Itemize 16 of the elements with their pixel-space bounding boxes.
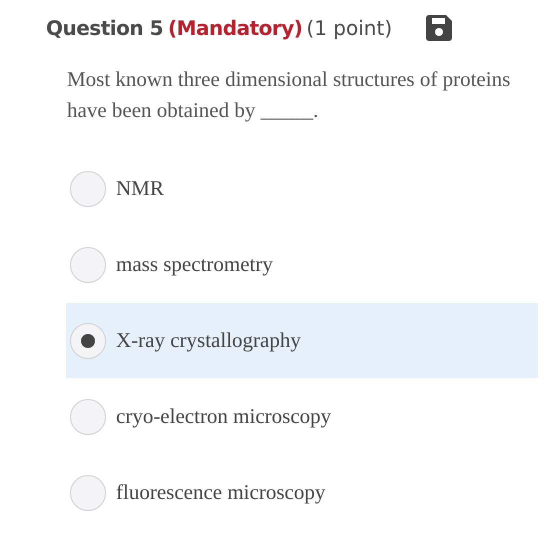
option-label: fluorescence microscopy	[116, 480, 326, 505]
option-label: mass spectrometry	[116, 252, 273, 277]
radio-button[interactable]	[70, 398, 106, 434]
save-icon[interactable]	[426, 15, 452, 41]
option-label: cryo-electron microscopy	[116, 404, 332, 429]
radio-button[interactable]	[70, 246, 106, 282]
selected-option-row[interactable]: X-ray crystallography	[66, 303, 538, 378]
points-label: (1 point)	[306, 16, 392, 40]
radio-button[interactable]	[70, 170, 106, 206]
option-label: X-ray crystallography	[116, 328, 301, 353]
radio-button[interactable]	[70, 474, 106, 510]
radio-button[interactable]	[70, 322, 106, 358]
question-text: Most known three dimensional structures of proteins have been obtained by _____.	[67, 66, 512, 124]
option-label: NMR	[116, 176, 164, 201]
mandatory-label: (Mandatory)	[168, 16, 302, 40]
question-number: Question 5	[46, 16, 163, 40]
